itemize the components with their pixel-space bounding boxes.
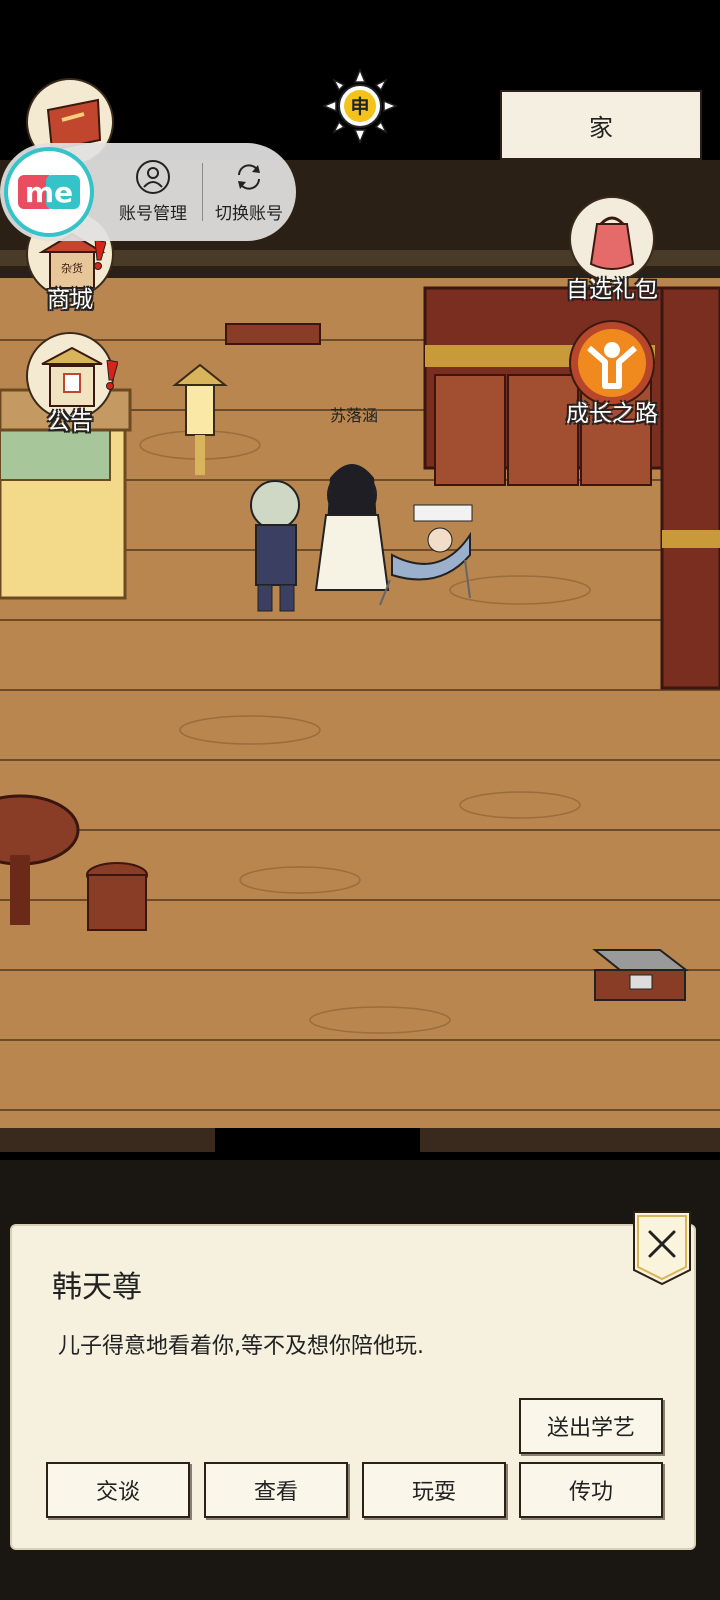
- close-dialog-button[interactable]: [632, 1210, 692, 1286]
- growth-path-label: 成长之路: [566, 401, 658, 427]
- play-label: 玩耍: [411, 1480, 456, 1505]
- talk-button[interactable]: 交谈: [46, 1462, 190, 1518]
- view-button[interactable]: 查看: [204, 1462, 348, 1518]
- dialog-title: 韩天尊: [52, 1270, 142, 1305]
- notice-button[interactable]: 公告: [26, 332, 114, 436]
- overlay-divider: [202, 163, 203, 221]
- refresh-icon: [238, 164, 260, 190]
- account-manage-button[interactable]: 账号管理: [108, 159, 198, 224]
- shop-alert-icon: [94, 240, 106, 270]
- gift-pack-button[interactable]: 自选礼包: [557, 194, 667, 304]
- notice-alert-icon: [106, 360, 118, 390]
- notice-label: 公告: [47, 409, 93, 435]
- user-icon: [136, 160, 170, 194]
- game-scene: 申 家 苏落涵 杂货 商城 公告 me 账号管理 切换账号 自选礼包 成长之路 …: [0, 0, 720, 1600]
- talk-label: 交谈: [95, 1480, 140, 1505]
- npc-dialog-panel: 韩天尊 儿子得意地看着你,等不及想你陪他玩. 送出学艺 交谈 查看 玩耍 传功: [10, 1224, 696, 1550]
- me-logo-text: me: [25, 176, 73, 209]
- gift-pack-label: 自选礼包: [566, 277, 658, 303]
- growth-path-button[interactable]: 成长之路: [557, 318, 667, 428]
- teach-label: 传功: [568, 1480, 613, 1505]
- send-learn-button[interactable]: 送出学艺: [519, 1398, 663, 1454]
- send-learn-label: 送出学艺: [546, 1416, 635, 1441]
- switch-account-button[interactable]: 切换账号: [204, 159, 294, 224]
- switch-account-label: 切换账号: [215, 204, 283, 224]
- shop-badge-text: 杂货: [61, 261, 83, 275]
- account-manage-label: 账号管理: [119, 204, 187, 224]
- view-label: 查看: [253, 1480, 298, 1505]
- location-text: 家: [589, 113, 613, 142]
- play-button[interactable]: 玩耍: [362, 1462, 506, 1518]
- npc-name-label: 苏落涵: [330, 406, 379, 425]
- time-sun-icon: 申: [322, 68, 398, 144]
- location-label: 家: [500, 90, 702, 160]
- dialog-message: 儿子得意地看着你,等不及想你陪他玩.: [58, 1334, 424, 1359]
- me-logo-button[interactable]: me: [4, 147, 94, 237]
- account-float-panel: me 账号管理 切换账号: [0, 143, 296, 241]
- time-badge-text: 申: [350, 95, 369, 118]
- shop-label: 商城: [47, 287, 93, 313]
- teach-button[interactable]: 传功: [519, 1462, 663, 1518]
- me-logo-icon: me: [18, 175, 80, 209]
